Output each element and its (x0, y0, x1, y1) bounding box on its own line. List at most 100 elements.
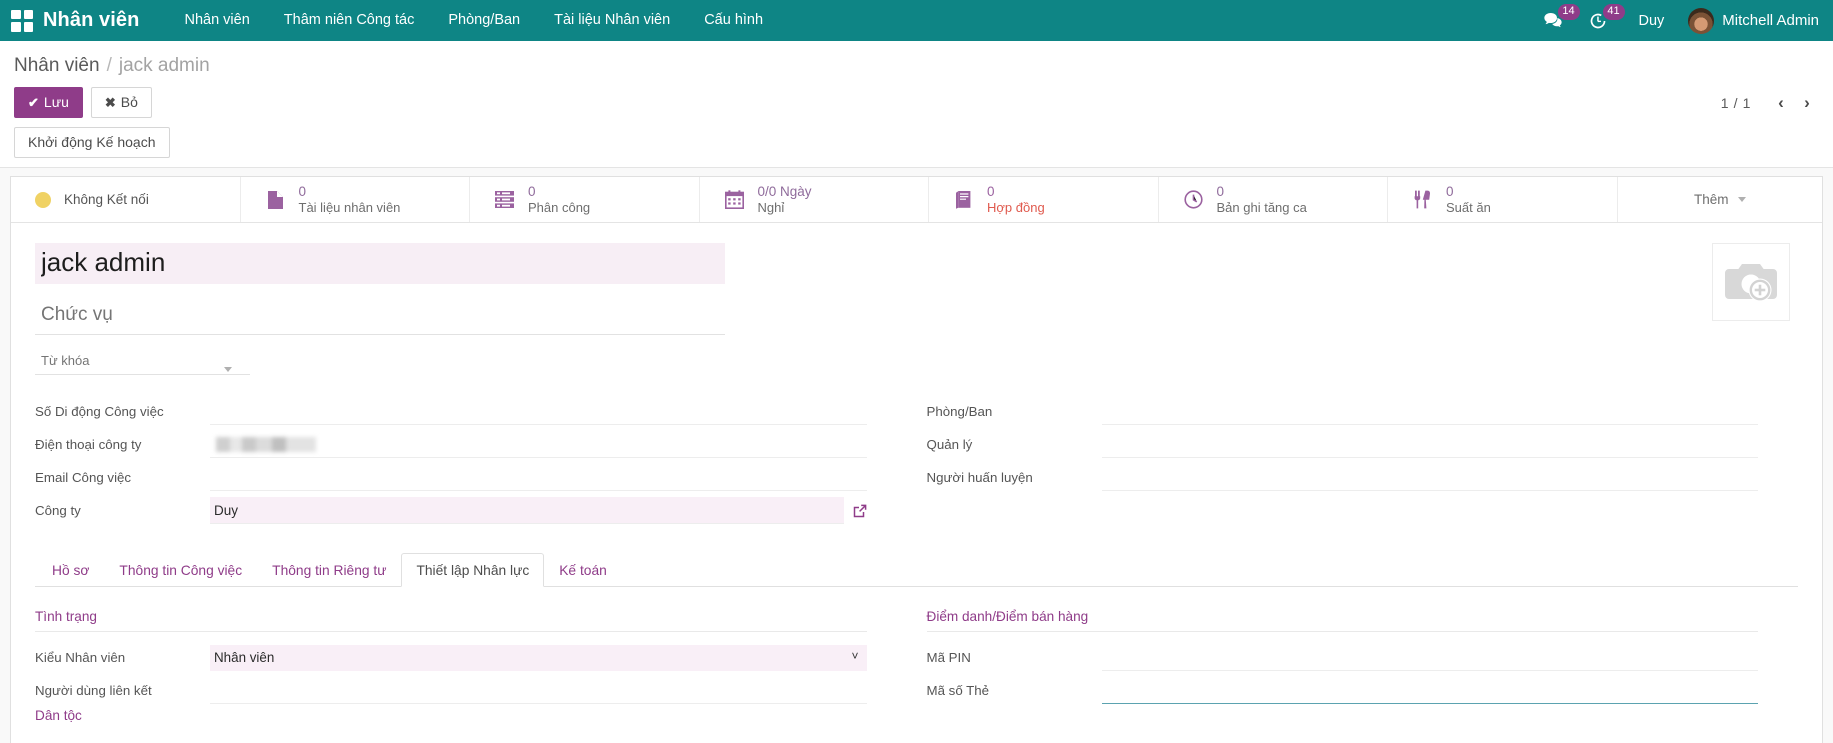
add-photo-icon (1723, 260, 1779, 304)
employee-type-select-wrap: Nhân viên ˅ (210, 645, 867, 671)
field-value[interactable] (1102, 464, 1759, 491)
menu-item-documents[interactable]: Tài liệu Nhân viên (537, 0, 687, 41)
stat-button-more[interactable]: Thêm (1618, 177, 1823, 222)
user-menu[interactable]: Mitchell Admin (1682, 8, 1819, 34)
stat-value-timeoff: 0/0 Ngày (758, 185, 812, 199)
activities-button[interactable]: 41 (1581, 0, 1621, 41)
apps-grid-icon[interactable] (11, 10, 33, 32)
job-title-input[interactable] (35, 295, 725, 335)
next-group-title-partial: Dân tộc (35, 707, 867, 723)
redacted-value (216, 437, 316, 452)
field-employee-type: Kiểu Nhân viên Nhân viên ˅ (35, 641, 867, 674)
stat-button-documents[interactable]: 0 Tài liệu nhân viên (241, 177, 471, 222)
title-column (35, 243, 725, 375)
attendance-pos-group: Điểm danh/Điểm bán hàng Mã PIN Mã số Thẻ (907, 609, 1799, 723)
top-navbar: Nhân viên Nhân viên Thâm niên Công tác P… (0, 0, 1833, 41)
more-label: Thêm (1694, 192, 1729, 207)
clock-icon (1183, 190, 1204, 209)
stat-label-overtime: Bản ghi tăng ca (1217, 201, 1307, 215)
action-toolbar: ✔Lưu ✖ Bỏ 1 / 1 ‹ › (0, 77, 1833, 118)
stat-button-status[interactable]: Không Kết nối (11, 177, 241, 222)
field-value[interactable] (1102, 677, 1759, 704)
tab-resume[interactable]: Hồ sơ (37, 553, 104, 587)
right-field-column: Phòng/Ban Quản lý Người huấn luyện (907, 395, 1799, 527)
left-field-column: Số Di động Công việc Điện thoại công ty … (35, 395, 907, 527)
field-label: Điện thoại công ty (35, 437, 210, 452)
field-value[interactable] (1102, 431, 1759, 458)
field-label: Mã số Thẻ (927, 683, 1102, 698)
form-sheet: Không Kết nối 0 Tài liệu nhân viên (10, 176, 1823, 743)
messages-button[interactable]: 14 (1536, 0, 1577, 41)
database-name[interactable]: Duy (1625, 13, 1679, 29)
menu-item-departments[interactable]: Phòng/Ban (431, 0, 537, 41)
field-label: Kiểu Nhân viên (35, 650, 210, 665)
app-brand-title[interactable]: Nhân viên (43, 9, 139, 32)
discard-button[interactable]: ✖ Bỏ (91, 87, 152, 118)
tags-input[interactable] (35, 347, 250, 375)
field-label: Phòng/Ban (927, 404, 1102, 419)
field-label: Người dùng liên kết (35, 683, 210, 698)
breadcrumb-root[interactable]: Nhân viên (14, 55, 100, 77)
stat-value-meals: 0 (1446, 185, 1491, 199)
secondary-action-toolbar: Khởi động Kế hoạch (0, 118, 1833, 168)
breadcrumb-current: jack admin (119, 55, 210, 77)
employee-type-select[interactable]: Nhân viên (210, 645, 867, 671)
field-work-mobile: Số Di động Công việc (35, 395, 867, 428)
internal-link-icon[interactable] (853, 504, 867, 518)
employee-photo-upload[interactable] (1712, 243, 1790, 321)
utensils-icon (1412, 190, 1433, 209)
tab-work-information[interactable]: Thông tin Công việc (104, 553, 257, 587)
stat-label-meals: Suất ăn (1446, 201, 1491, 215)
field-value[interactable] (210, 431, 867, 458)
field-value[interactable] (1102, 398, 1759, 425)
field-value[interactable]: Duy (210, 497, 844, 524)
field-value[interactable] (210, 677, 867, 704)
employee-name-input[interactable] (35, 243, 725, 284)
launch-plan-button[interactable]: Khởi động Kế hoạch (14, 127, 170, 158)
stat-label-timeoff: Nghỉ (758, 201, 812, 215)
field-value[interactable] (1102, 644, 1759, 671)
status-label: Không Kết nối (64, 192, 149, 207)
chevron-right-icon[interactable]: › (1795, 91, 1819, 115)
field-pin-code: Mã PIN (927, 641, 1759, 674)
chevron-left-icon[interactable]: ‹ (1769, 91, 1793, 115)
tab-accounting[interactable]: Kế toán (544, 553, 622, 587)
stat-button-assignments[interactable]: 0 Phân công (470, 177, 700, 222)
book-icon (953, 190, 974, 209)
field-label: Công ty (35, 503, 210, 518)
close-icon: ✖ (105, 95, 116, 110)
stat-value-contracts: 0 (987, 185, 1045, 199)
field-label: Email Công việc (35, 470, 210, 485)
stat-button-overtime[interactable]: 0 Bản ghi tăng ca (1159, 177, 1389, 222)
tab-hr-settings[interactable]: Thiết lập Nhân lực (401, 553, 544, 587)
menu-item-seniority[interactable]: Thâm niên Công tác (267, 0, 432, 41)
stat-button-meals[interactable]: 0 Suất ăn (1388, 177, 1618, 222)
pager-count: 1 / 1 (1721, 95, 1751, 111)
field-badge-id: Mã số Thẻ (927, 674, 1759, 707)
field-work-email: Email Công việc (35, 461, 867, 494)
menu-item-configuration[interactable]: Cấu hình (687, 0, 780, 41)
field-label: Số Di động Công việc (35, 404, 210, 419)
field-label: Người huấn luyện (927, 470, 1102, 485)
breadcrumb-separator: / (107, 55, 112, 77)
group-title-partial: Dân tộc (35, 708, 82, 723)
tab-personal-information[interactable]: Thông tin Riêng tư (257, 553, 401, 587)
breadcrumb: Nhân viên / jack admin (0, 41, 1833, 77)
navbar-right-zone: 14 41 Duy Mitchell Admin (1536, 0, 1833, 41)
group-title-status: Tình trạng (35, 609, 867, 632)
discard-button-label: Bỏ (121, 94, 138, 110)
status-group: Tình trạng Kiểu Nhân viên Nhân viên ˅ Ng… (35, 609, 907, 723)
stat-value-documents: 0 (299, 185, 401, 199)
stat-button-contracts[interactable]: 0 Hợp đồng (929, 177, 1159, 222)
tags-field (35, 347, 250, 375)
field-value[interactable] (210, 398, 867, 425)
stat-button-timeoff[interactable]: 0/0 Ngày Nghỉ (700, 177, 930, 222)
activities-badge-count: 41 (1603, 4, 1625, 20)
chevron-down-icon[interactable] (224, 367, 232, 372)
save-button[interactable]: ✔Lưu (14, 87, 83, 118)
field-value[interactable] (210, 464, 867, 491)
field-work-phone: Điện thoại công ty (35, 428, 867, 461)
calendar-icon (724, 190, 745, 209)
group-title-attendance: Điểm danh/Điểm bán hàng (927, 609, 1759, 632)
menu-item-employees[interactable]: Nhân viên (167, 0, 266, 41)
